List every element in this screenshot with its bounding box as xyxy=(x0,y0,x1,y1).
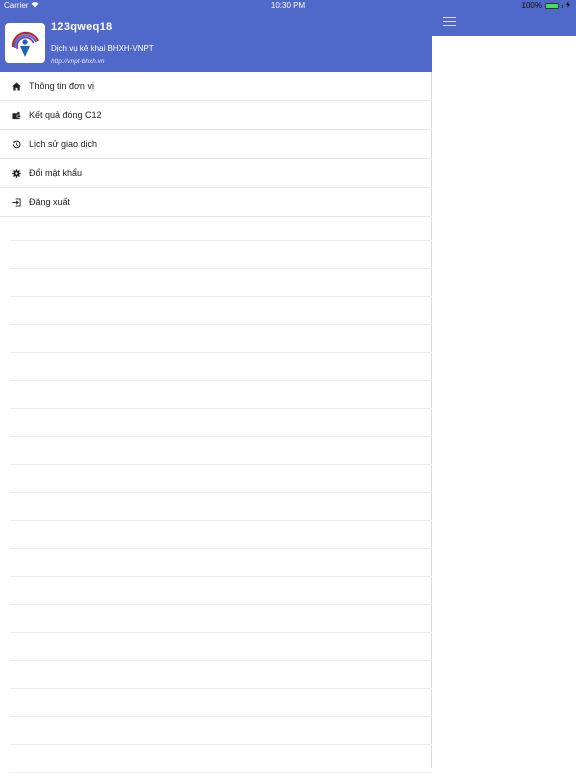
main-content xyxy=(432,0,576,768)
charging-icon xyxy=(566,0,570,12)
empty-row xyxy=(10,493,432,521)
wallet-icon xyxy=(12,110,21,120)
empty-row xyxy=(10,577,432,605)
empty-row xyxy=(10,661,432,689)
menu-item-label: Thông tin đơn vị xyxy=(29,81,94,91)
menu-item-label: Kết quả đóng C12 xyxy=(29,110,102,120)
empty-row xyxy=(10,297,432,325)
menu-item-change-password[interactable]: Đổi mật khẩu xyxy=(0,159,432,188)
home-icon xyxy=(12,81,21,91)
battery-percent: 100% xyxy=(521,1,542,10)
empty-row xyxy=(10,409,432,437)
service-name: Dịch vụ kê khai BHXH-VNPT xyxy=(51,44,154,53)
clock: 10:30 PM xyxy=(270,1,306,10)
empty-row xyxy=(10,381,432,409)
empty-row xyxy=(10,633,432,661)
username: 123qweq18 xyxy=(51,21,113,33)
empty-row xyxy=(10,717,432,745)
menu-item-unit-info[interactable]: Thông tin đơn vị xyxy=(0,72,432,101)
menu-item-label: Đăng xuất xyxy=(29,197,71,207)
battery-icon xyxy=(545,3,559,9)
menu-item-label: Đổi mật khẩu xyxy=(29,168,83,178)
battery-status: 100% xyxy=(522,0,570,12)
status-bar: Carrier 10:30 PM 100% xyxy=(0,0,576,12)
empty-row xyxy=(10,269,432,297)
empty-row xyxy=(10,549,432,577)
empty-row xyxy=(10,353,432,381)
menu-item-label: Lịch sử giao dịch xyxy=(29,139,98,149)
battery-tip xyxy=(562,4,563,8)
empty-row xyxy=(10,689,432,717)
navigation-drawer: 123qweq18 Dịch vụ kê khai BHXH-VNPT http… xyxy=(0,0,432,773)
drawer-menu: Thông tin đơn vị Kết quả đóng C12 Lịch s… xyxy=(0,72,432,217)
empty-row xyxy=(10,437,432,465)
empty-row xyxy=(10,213,432,241)
empty-row xyxy=(10,745,432,773)
hamburger-icon[interactable] xyxy=(443,17,456,27)
menu-item-transaction-history[interactable]: Lịch sử giao dịch xyxy=(0,130,432,159)
empty-row xyxy=(10,521,432,549)
logout-icon xyxy=(12,197,21,207)
menu-item-c12-result[interactable]: Kết quả đóng C12 xyxy=(0,101,432,130)
empty-row xyxy=(10,605,432,633)
vnpt-bhxh-logo xyxy=(5,23,45,63)
empty-list-rows xyxy=(10,213,432,773)
empty-row xyxy=(10,465,432,493)
gear-icon xyxy=(12,168,21,178)
history-icon xyxy=(12,140,21,149)
website-link[interactable]: http://vnpt-bhxh.vn xyxy=(51,58,104,65)
empty-row xyxy=(10,241,432,269)
empty-row xyxy=(10,325,432,353)
